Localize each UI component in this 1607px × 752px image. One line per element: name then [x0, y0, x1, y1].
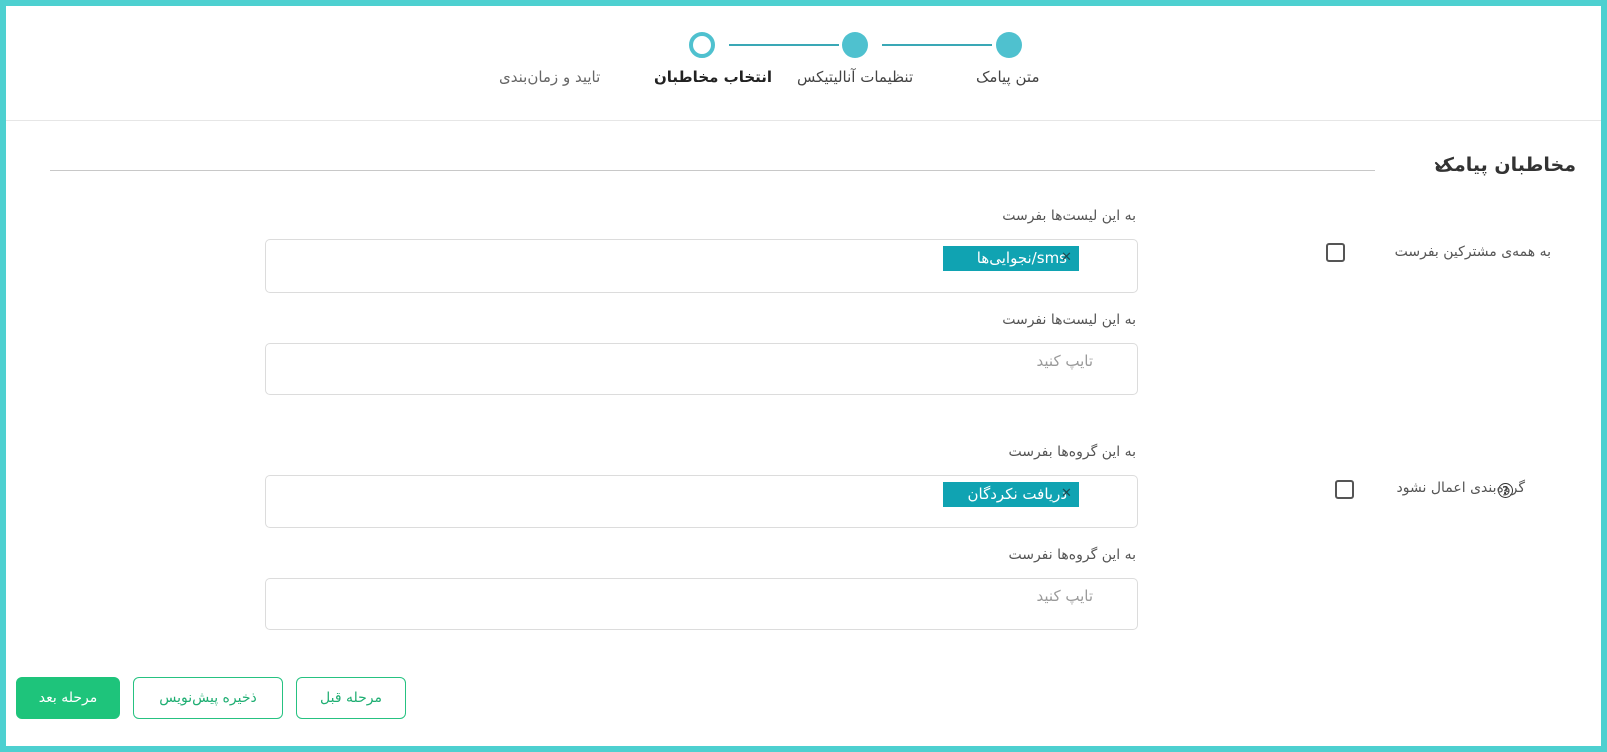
no-grouping-checkbox[interactable] — [1335, 480, 1354, 499]
section-divider — [50, 170, 1375, 171]
page-frame: تایید و زمان‌بندی انتخاب مخاطبان تنظیمات… — [0, 0, 1607, 752]
chevron-down-icon[interactable] — [1433, 158, 1449, 174]
step-connector — [729, 44, 839, 46]
step-dot-analytics[interactable] — [842, 32, 868, 58]
step-dot-sms-text[interactable] — [996, 32, 1022, 58]
remove-tag-icon[interactable]: ✕ — [1061, 246, 1072, 270]
exclude-lists-input[interactable]: تایپ کنید — [265, 343, 1138, 395]
list-tag: sms/نجوایی‌ها ✕ — [943, 246, 1079, 271]
exclude-lists-placeholder: تایپ کنید — [1036, 352, 1093, 370]
section-title[interactable]: مخاطبان پیامک — [1435, 154, 1576, 176]
all-subscribers-checkbox[interactable] — [1326, 243, 1345, 262]
all-subscribers-option[interactable]: به همه‌ی مشترکین بفرست — [1395, 244, 1551, 260]
group-tag: دریافت نکردگان ✕ — [943, 482, 1079, 507]
exclude-lists-label: به این لیست‌ها نفرست — [1002, 312, 1136, 328]
exclude-groups-placeholder: تایپ کنید — [1036, 587, 1093, 605]
step-connector — [882, 44, 992, 46]
exclude-groups-label: به این گروه‌ها نفرست — [1008, 547, 1136, 563]
remove-tag-icon[interactable]: ✕ — [1061, 482, 1072, 506]
step-label-select-audience: انتخاب مخاطبان — [654, 68, 773, 86]
wizard-stepper: تایید و زمان‌بندی انتخاب مخاطبان تنظیمات… — [6, 6, 1601, 121]
step-label-sms-text: متن پیامک — [976, 68, 1040, 86]
no-grouping-label: گروه‌بندی اعمال نشود — [1396, 480, 1525, 496]
step-dot-select-audience[interactable] — [689, 32, 715, 58]
step-label-confirm-schedule: تایید و زمان‌بندی — [499, 68, 601, 86]
previous-step-button[interactable]: مرحله قبل — [296, 677, 406, 719]
no-grouping-option[interactable]: گروه‌بندی اعمال نشود — [1397, 480, 1525, 496]
send-lists-label: به این لیست‌ها بفرست — [1002, 208, 1136, 224]
group-tag-label: دریافت نکردگان — [967, 485, 1067, 503]
step-label-analytics: تنظیمات آنالیتیکس — [797, 68, 914, 86]
all-subscribers-label: به همه‌ی مشترکین بفرست — [1394, 244, 1551, 260]
send-lists-input[interactable]: sms/نجوایی‌ها ✕ — [265, 239, 1138, 293]
list-tag-label: sms/نجوایی‌ها — [976, 249, 1067, 267]
exclude-groups-input[interactable]: تایپ کنید — [265, 578, 1138, 630]
save-draft-button[interactable]: ذخیره پیش‌نویس — [133, 677, 283, 719]
send-groups-label: به این گروه‌ها بفرست — [1008, 444, 1136, 460]
next-step-button[interactable]: مرحله بعد — [16, 677, 120, 719]
send-groups-input[interactable]: دریافت نکردگان ✕ — [265, 475, 1138, 528]
